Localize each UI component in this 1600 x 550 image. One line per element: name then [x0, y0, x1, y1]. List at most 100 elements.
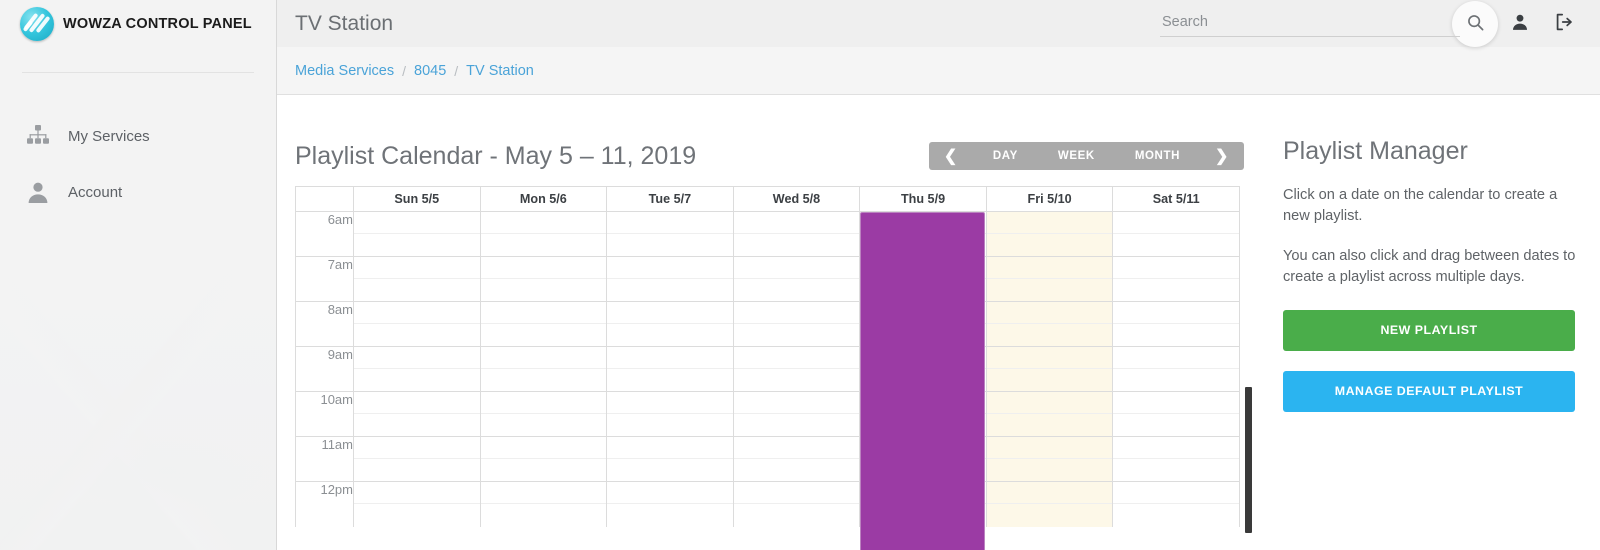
- calendar-cell[interactable]: [353, 346, 481, 369]
- calendar-cell[interactable]: [480, 436, 608, 459]
- calendar-cell[interactable]: [606, 278, 734, 302]
- calendar-column-header-sat[interactable]: Sat 5/11: [1112, 186, 1240, 212]
- calendar-cell[interactable]: [733, 323, 861, 347]
- calendar-column-header-mon[interactable]: Mon 5/6: [479, 186, 608, 212]
- calendar-cell[interactable]: [353, 413, 481, 437]
- calendar-column-header-thu[interactable]: Thu 5/9: [859, 186, 987, 212]
- calendar-cell[interactable]: [480, 391, 608, 414]
- calendar-scrollbar-thumb[interactable]: [1245, 387, 1252, 533]
- calendar-column-header-wed[interactable]: Wed 5/8: [732, 186, 861, 212]
- calendar-cell[interactable]: [1112, 391, 1240, 414]
- calendar-cell[interactable]: [733, 256, 861, 279]
- calendar-cell[interactable]: [480, 368, 608, 392]
- calendar-cell[interactable]: [986, 481, 1114, 504]
- calendar-cell[interactable]: [733, 503, 861, 527]
- calendar-next-button[interactable]: ❯: [1200, 142, 1244, 170]
- calendar-cell[interactable]: [480, 256, 608, 279]
- calendar-view-month[interactable]: MONTH: [1115, 142, 1200, 170]
- calendar-view-day[interactable]: DAY: [973, 142, 1038, 170]
- breadcrumb-item-8045[interactable]: 8045: [414, 63, 446, 79]
- calendar-cell[interactable]: [986, 256, 1114, 279]
- calendar-cell[interactable]: [986, 323, 1114, 347]
- calendar-cell[interactable]: [606, 301, 734, 324]
- calendar-cell[interactable]: [480, 301, 608, 324]
- sidebar-item-my-services[interactable]: My Services: [0, 108, 276, 164]
- calendar-cell[interactable]: [353, 211, 481, 234]
- calendar-cell[interactable]: [986, 211, 1114, 234]
- breadcrumb-item-tv-station[interactable]: TV Station: [466, 63, 534, 79]
- calendar-cell[interactable]: [480, 323, 608, 347]
- calendar-cell[interactable]: [353, 481, 481, 504]
- new-playlist-button[interactable]: NEW PLAYLIST: [1283, 309, 1575, 351]
- calendar-cell[interactable]: [986, 391, 1114, 414]
- calendar-cell[interactable]: [733, 436, 861, 459]
- calendar-cell[interactable]: [986, 458, 1114, 482]
- calendar-cell[interactable]: [480, 481, 608, 504]
- calendar-cell[interactable]: [1112, 413, 1240, 437]
- calendar-cell[interactable]: [353, 323, 481, 347]
- calendar-cell[interactable]: [606, 323, 734, 347]
- calendar-cell[interactable]: [733, 368, 861, 392]
- manage-default-playlist-button[interactable]: MANAGE DEFAULT PLAYLIST: [1283, 370, 1575, 412]
- calendar-cell[interactable]: [986, 301, 1114, 324]
- calendar-cell[interactable]: [986, 436, 1114, 459]
- calendar-cell[interactable]: [1112, 233, 1240, 257]
- calendar-cell[interactable]: [733, 458, 861, 482]
- calendar-cell[interactable]: [480, 211, 608, 234]
- calendar-scrollbar[interactable]: [1244, 212, 1253, 533]
- calendar-cell[interactable]: [353, 233, 481, 257]
- calendar-cell[interactable]: [606, 211, 734, 234]
- calendar-cell[interactable]: [733, 481, 861, 504]
- calendar-cell[interactable]: [986, 413, 1114, 437]
- logout-button[interactable]: [1542, 1, 1586, 47]
- account-button[interactable]: [1498, 1, 1542, 47]
- calendar-view-week[interactable]: WEEK: [1038, 142, 1115, 170]
- calendar-cell[interactable]: [1112, 481, 1240, 504]
- sidebar-item-account[interactable]: Account: [0, 164, 276, 220]
- calendar-prev-button[interactable]: ❮: [929, 142, 973, 170]
- calendar-cell[interactable]: [353, 278, 481, 302]
- calendar-cell[interactable]: [480, 346, 608, 369]
- calendar-cell[interactable]: [733, 391, 861, 414]
- calendar-cell[interactable]: [480, 503, 608, 527]
- calendar-cell[interactable]: [353, 436, 481, 459]
- calendar-column-header-tue[interactable]: Tue 5/7: [606, 186, 734, 212]
- calendar-cell[interactable]: [733, 413, 861, 437]
- calendar-cell[interactable]: [733, 278, 861, 302]
- calendar-cell[interactable]: [986, 503, 1114, 527]
- calendar-cell[interactable]: [1112, 503, 1240, 527]
- search-input[interactable]: [1160, 10, 1460, 37]
- calendar-cell[interactable]: [606, 458, 734, 482]
- calendar-cell[interactable]: [1112, 458, 1240, 482]
- calendar-cell[interactable]: [606, 413, 734, 437]
- calendar-cell[interactable]: [1112, 346, 1240, 369]
- calendar-cell[interactable]: [986, 233, 1114, 257]
- brand[interactable]: WOWZA CONTROL PANEL: [0, 0, 276, 48]
- calendar-cell[interactable]: [606, 346, 734, 369]
- calendar-cell[interactable]: [480, 278, 608, 302]
- calendar-cell[interactable]: [1112, 368, 1240, 392]
- calendar-cell[interactable]: [353, 503, 481, 527]
- breadcrumb-item-media-services[interactable]: Media Services: [295, 63, 394, 79]
- calendar-cell[interactable]: [606, 368, 734, 392]
- calendar-column-header-fri[interactable]: Fri 5/10: [985, 186, 1114, 212]
- calendar-cell[interactable]: [480, 458, 608, 482]
- calendar-cell[interactable]: [733, 211, 861, 234]
- calendar-cell[interactable]: [606, 233, 734, 257]
- calendar-cell[interactable]: [353, 368, 481, 392]
- calendar-cell[interactable]: [986, 346, 1114, 369]
- calendar-cell[interactable]: [1112, 256, 1240, 279]
- calendar-cell[interactable]: [480, 233, 608, 257]
- calendar-cell[interactable]: [353, 256, 481, 279]
- calendar-cell[interactable]: [1112, 278, 1240, 302]
- calendar-cell[interactable]: [1112, 211, 1240, 234]
- calendar-cell[interactable]: [1112, 301, 1240, 324]
- calendar-cell[interactable]: [1112, 323, 1240, 347]
- calendar-cell[interactable]: [606, 256, 734, 279]
- calendar-cell[interactable]: [606, 481, 734, 504]
- calendar-cell[interactable]: [1112, 436, 1240, 459]
- calendar-column-header-sun[interactable]: Sun 5/5: [353, 186, 481, 212]
- calendar-cell[interactable]: [606, 503, 734, 527]
- calendar-cell[interactable]: [733, 346, 861, 369]
- calendar-event-block[interactable]: [859, 211, 986, 550]
